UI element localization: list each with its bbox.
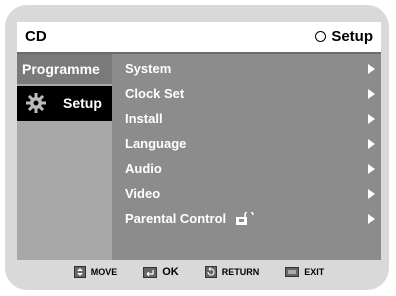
sidebar-item-programme[interactable]: Programme	[17, 54, 112, 84]
enter-icon	[143, 266, 158, 278]
menu-item-label: Clock Set	[125, 86, 185, 101]
circle-icon	[315, 31, 327, 42]
menu-title: Setup	[315, 28, 373, 45]
menu-item-language[interactable]: Language	[125, 131, 375, 156]
menu-item-label: System	[125, 61, 172, 76]
menu-item-label: Install	[125, 111, 163, 126]
arrow-right-icon	[368, 189, 375, 199]
footer-hints: MOVE OK RETURN EXIT	[17, 262, 381, 282]
menu-item-parental-control[interactable]: Parental Control	[125, 206, 375, 231]
menu-title-text: Setup	[331, 28, 373, 45]
hint-return: RETURN	[204, 266, 260, 278]
sidebar-item-label: Setup	[63, 95, 102, 111]
menu-item-label: Parental Control	[125, 211, 227, 226]
menu-item-system[interactable]: System	[125, 56, 375, 81]
source-label: CD	[25, 28, 47, 45]
menu-item-label: Audio	[125, 161, 162, 176]
lock-icon	[236, 211, 254, 225]
arrow-right-icon	[368, 164, 375, 174]
hint-move: MOVE	[73, 266, 118, 278]
hint-label: OK	[162, 266, 179, 278]
menu-item-video[interactable]: Video	[125, 181, 375, 206]
arrow-right-icon	[368, 89, 375, 99]
sidebar-item-label: Programme	[22, 61, 100, 77]
return-icon	[204, 266, 217, 278]
menu-item-label: Language	[125, 136, 187, 151]
exit-icon	[285, 267, 300, 277]
hint-ok: OK	[143, 266, 179, 278]
arrow-right-icon	[368, 64, 375, 74]
updown-arrows-icon	[73, 266, 86, 278]
menu-item-install[interactable]: Install	[125, 106, 375, 131]
menu-item-audio[interactable]: Audio	[125, 156, 375, 181]
hint-label: RETURN	[221, 267, 260, 277]
hint-label: MOVE	[90, 267, 118, 277]
arrow-right-icon	[368, 114, 375, 124]
hint-label: EXIT	[304, 267, 325, 277]
sidebar-item-setup[interactable]: Setup	[17, 86, 112, 121]
osd-screen: CD Setup Programme Setup System Clock Se…	[17, 22, 381, 260]
title-bar: CD Setup	[17, 22, 381, 54]
menu-item-label: Video	[125, 186, 161, 201]
arrow-right-icon	[368, 214, 375, 224]
hint-exit: EXIT	[285, 267, 324, 277]
menu-item-clock-set[interactable]: Clock Set	[125, 81, 375, 106]
sidebar: Programme Setup	[17, 54, 112, 260]
setup-menu: System Clock Set Install Language Audio …	[125, 56, 375, 231]
arrow-right-icon	[368, 139, 375, 149]
gear-icon	[26, 93, 46, 113]
